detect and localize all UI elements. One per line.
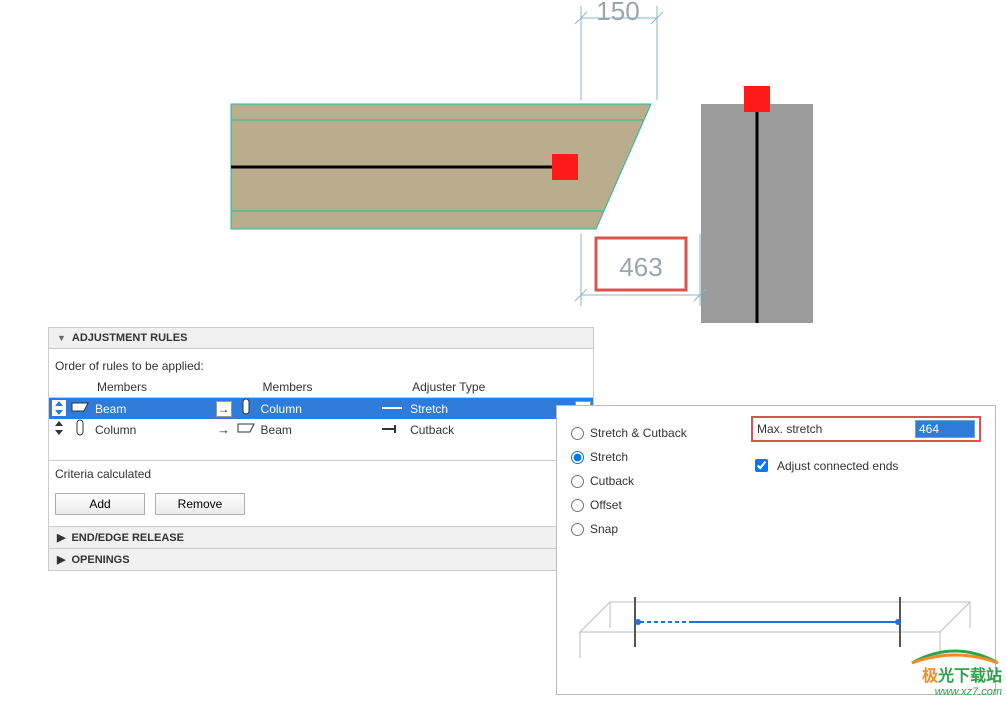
radio-label: Stretch & Cutback — [590, 426, 687, 440]
max-stretch-label: Max. stretch — [757, 422, 907, 436]
checkbox-label: Adjust connected ends — [777, 459, 898, 473]
radio-stretch[interactable]: Stretch — [571, 450, 721, 464]
column-icon — [72, 419, 88, 437]
adjustment-rules-title: ADJUSTMENT RULES — [72, 332, 188, 344]
col-members-2: Members — [257, 377, 379, 398]
column-icon — [238, 398, 254, 416]
rule-member-1: Beam — [91, 398, 213, 420]
adjustment-rules-panel: ▼ ADJUSTMENT RULES Order of rules to be … — [48, 327, 594, 571]
openings-header[interactable]: ▶ OPENINGS — [48, 548, 594, 571]
radio-snap[interactable]: Snap — [571, 522, 721, 536]
collapse-icon: ▼ — [57, 333, 66, 343]
radio-cutback[interactable]: Cutback — [571, 474, 721, 488]
rule-type: Stretch — [406, 398, 573, 420]
rule-row[interactable]: Column → Beam Cutback — [49, 419, 593, 440]
rule-member-2: Column — [257, 398, 379, 420]
column-top-handle[interactable] — [744, 86, 770, 112]
reorder-icon[interactable] — [52, 400, 66, 416]
cutback-icon — [381, 424, 403, 434]
max-stretch-row: Max. stretch — [751, 416, 981, 442]
radio-label: Stretch — [590, 450, 628, 464]
beam-icon — [236, 420, 256, 436]
radio-offset[interactable]: Offset — [571, 498, 721, 512]
rule-row[interactable]: Beam → Column Stretch ▸ — [49, 398, 593, 420]
dimension-top-value: 150 — [596, 0, 639, 26]
end-edge-release-header[interactable]: ▶ END/EDGE RELEASE — [48, 526, 594, 549]
end-edge-release-title: END/EDGE RELEASE — [71, 532, 183, 544]
radio-label: Offset — [590, 498, 622, 512]
beam-icon — [70, 399, 90, 415]
col-members-1: Members — [91, 377, 213, 398]
rule-member-1: Column — [91, 419, 213, 440]
adjustment-rules-header[interactable]: ▼ ADJUSTMENT RULES — [48, 327, 594, 349]
reorder-icon[interactable] — [52, 420, 66, 436]
column-shape — [701, 104, 813, 323]
adjust-connected-ends-checkbox[interactable]: Adjust connected ends — [751, 456, 981, 475]
add-button[interactable]: Add — [55, 493, 145, 515]
expand-icon: ▶ — [57, 553, 65, 566]
openings-title: OPENINGS — [71, 554, 129, 566]
structural-diagram: 150 463 — [0, 0, 1006, 330]
rule-member-2: Beam — [257, 419, 379, 440]
rule-type: Cutback — [406, 419, 573, 440]
arrow-icon: → — [217, 422, 230, 437]
remove-button[interactable]: Remove — [155, 493, 245, 515]
beam-end-handle[interactable] — [552, 154, 578, 180]
max-stretch-input[interactable] — [915, 420, 975, 438]
rules-table: Members Members Adjuster Type Beam → — [49, 377, 593, 460]
radio-stretch-cutback[interactable]: Stretch & Cutback — [571, 426, 721, 440]
adjuster-preview — [570, 592, 980, 667]
col-adjuster-type: Adjuster Type — [406, 377, 573, 398]
criteria-label: Criteria calculated — [49, 460, 593, 487]
expand-icon: ▶ — [57, 531, 65, 544]
arrow-icon: → — [216, 401, 232, 417]
radio-label: Snap — [590, 522, 618, 536]
dimension-bottom-value: 463 — [619, 252, 662, 282]
beam-shape — [231, 104, 651, 229]
order-label: Order of rules to be applied: — [49, 355, 593, 377]
radio-label: Cutback — [590, 474, 634, 488]
stretch-icon — [381, 403, 403, 413]
